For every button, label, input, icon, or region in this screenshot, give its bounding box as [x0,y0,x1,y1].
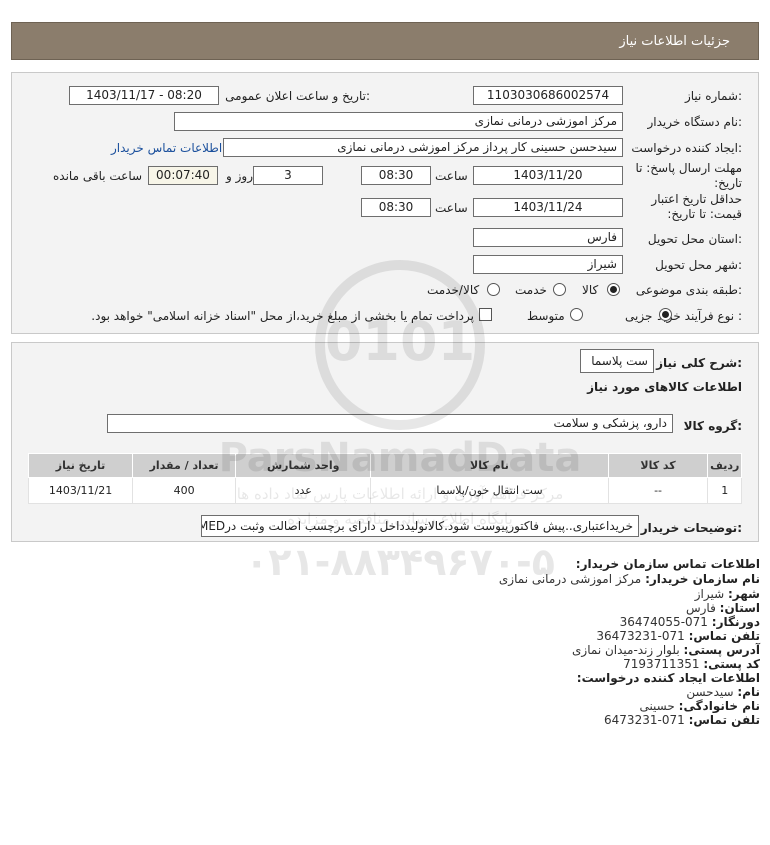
contact-org: نام سازمان خریدار: مرکز اموزشی درمانی نم… [498,572,760,586]
city-label: شهر محل تحویل: [655,258,742,272]
category-service-radio[interactable] [553,283,566,299]
creator-family: نام خانوادگی: حسینی [639,699,760,713]
col-date: تاریخ نیاز [27,453,134,478]
table-header-row: ردیف کد کالا نام کالا واحد شمارش تعداد /… [27,453,742,478]
province-field[interactable]: فارس [473,228,623,247]
category-goods-service-label: کالا/خدمت [427,283,480,297]
contact-postal: کد پستی: 7193711351 [623,657,760,671]
buyer-org-label: نام دستگاه خریدار: [647,115,743,129]
contact-fax: دورنگار: 071-36474055 [619,615,760,629]
process-partial-radio[interactable] [659,308,672,324]
cell-quantity: 400 [132,477,237,504]
creator-field[interactable]: سیدحسن حسینی کار پرداز مرکز اموزشی درمان… [223,138,623,157]
cell-code: -- [607,477,709,504]
days-label: روز و [226,169,253,183]
contact-phone: تلفن تماس: 071-36473231 [596,629,760,643]
summary-label: شرح کلی نیاز: [656,356,742,370]
announce-label: تاریخ و ساعت اعلان عمومی: [225,89,370,103]
buyer-notes-field[interactable]: خریداعتباری..پیش فاکتورپیوست شود.کالاتول… [201,515,639,537]
creator-label: ایجاد کننده درخواست: [631,141,742,155]
contact-address: آدرس پستی: بلوار زند-میدان نمازی [572,643,760,657]
table-row[interactable]: 1 -- ست انتقال خون/پلاسما عدد 400 1403/1… [27,477,742,504]
validity-time-label: ساعت [435,201,468,215]
category-service-label: خدمت [515,283,547,297]
cell-date: 1403/11/21 [27,477,134,504]
province-label: استان محل تحویل: [647,232,742,246]
remaining-time-field: 00:07:40 [148,166,218,185]
radio-selected-icon[interactable] [659,308,672,321]
validity-date-field[interactable]: 1403/11/24 [473,198,623,217]
goods-group-label: گروه کالا: [683,419,742,433]
radio-selected-icon[interactable] [607,283,620,296]
creator-phone: تلفن تماس: 071-6473231 [604,713,760,727]
buyer-org-field[interactable]: مرکز اموزشی درمانی نمازی [174,112,623,131]
cell-name: ست انتقال خون/پلاسما [370,477,609,504]
validity-time-field[interactable]: 08:30 [361,198,431,217]
announce-field[interactable]: 1403/11/17 - 08:20 [69,86,219,105]
validity-label: حداقل تاریخ اعتبار قیمت: تا تاریخ: [651,192,742,221]
process-medium-label: متوسط [527,309,565,323]
process-medium-radio[interactable] [570,308,583,324]
buyer-notes-label: توضیحات خریدار: [640,521,742,535]
cell-row: 1 [707,477,742,504]
days-field[interactable]: 3 [253,166,323,185]
category-goods-radio[interactable] [607,283,620,299]
need-number-label: شماره نیاز: [684,89,742,103]
contact-province: استان: فارس [685,601,760,615]
buyer-contact-link[interactable]: اطلاعات تماس خریدار [111,141,222,155]
category-label: طبقه بندی موضوعی: [635,283,742,297]
remaining-label: ساعت باقی مانده [53,169,143,183]
creator-title: اطلاعات ایجاد کننده درخواست: [576,671,760,685]
creator-name: نام: سیدحسن [686,685,760,699]
reply-time-field[interactable]: 08:30 [361,166,431,185]
contact-city: شهر: شیراز [694,587,760,601]
category-goods-service-radio[interactable] [487,283,500,299]
page-header: جزئیات اطلاعات نیاز [11,22,759,60]
treasury-checkbox[interactable] [479,308,492,324]
payment-note: پرداخت تمام یا بخشی از مبلغ خرید،از محل … [91,309,474,323]
col-quantity: تعداد / مقدار [132,453,237,478]
cell-unit: عدد [235,477,372,504]
items-table: ردیف کد کالا نام کالا واحد شمارش تعداد /… [27,453,742,504]
page-title: جزئیات اطلاعات نیاز [619,33,730,49]
radio-icon[interactable] [487,283,500,296]
goods-info-title: اطلاعات کالاهای مورد نیاز [587,380,742,394]
col-name: نام کالا [370,453,609,478]
summary-field[interactable]: ست پلاسما [580,349,654,373]
col-unit: واحد شمارش [235,453,372,478]
col-row: ردیف [707,453,742,478]
col-code: کد کالا [607,453,709,478]
reply-date-field[interactable]: 1403/11/20 [473,166,623,185]
radio-icon[interactable] [570,308,583,321]
process-partial-label: جزیی [625,309,653,323]
reply-deadline-label: مهلت ارسال پاسخ: تا تاریخ: [635,161,742,190]
goods-group-field[interactable]: دارو، پزشکی و سلامت [107,414,673,433]
city-field[interactable]: شیراز [473,255,623,274]
need-number-field[interactable]: 1103030686002574 [473,86,623,105]
reply-time-label: ساعت [435,169,468,183]
radio-icon[interactable] [553,283,566,296]
checkbox-icon[interactable] [479,308,492,321]
category-goods-label: کالا [582,283,599,297]
contact-title: اطلاعات تماس سازمان خریدار: [575,557,760,571]
